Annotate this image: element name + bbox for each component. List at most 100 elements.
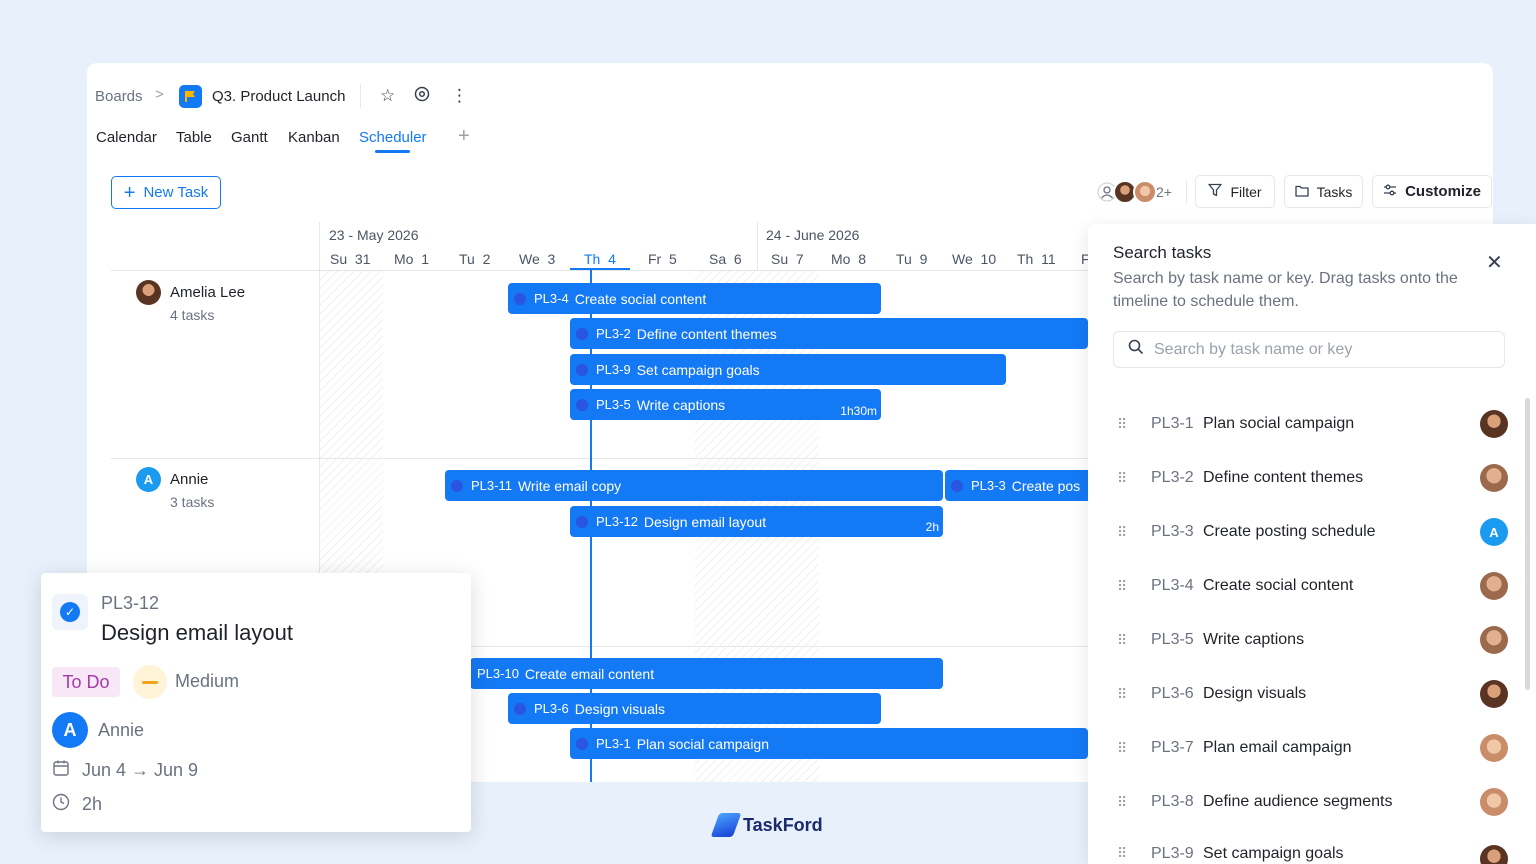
list-item[interactable]: ⠿ PL3-6 Design visuals: [1113, 674, 1508, 714]
avatar: A: [1480, 518, 1508, 546]
status-dot: [576, 398, 588, 411]
assignee-name[interactable]: Annie: [98, 720, 144, 741]
close-icon[interactable]: ✕: [1486, 250, 1503, 275]
drag-handle-icon[interactable]: ⠿: [1117, 740, 1137, 757]
task-bar[interactable]: PL3-2 Define content themes: [570, 318, 1088, 349]
list-item[interactable]: ⠿ PL3-7 Plan email campaign: [1113, 728, 1508, 768]
status-dot: [576, 515, 588, 528]
date-range[interactable]: Jun 4 → Jun 9: [82, 760, 198, 781]
task-bar[interactable]: PL3-3 Create pos: [945, 470, 1088, 501]
duration[interactable]: 2h: [82, 794, 102, 815]
avatar: [1480, 410, 1508, 438]
list-item[interactable]: ⠿ PL3-3 Create posting schedule A: [1113, 512, 1508, 552]
task-bar[interactable]: PL3-1 Plan social campaign: [570, 728, 1088, 759]
plus-icon: +: [123, 181, 136, 204]
day-label: Sa 6: [709, 251, 742, 267]
list-item[interactable]: ⠿ PL3-2 Define content themes: [1113, 458, 1508, 498]
day-label: We 10: [952, 251, 997, 267]
status-dot: [514, 702, 526, 715]
status-dot: [451, 479, 463, 492]
breadcrumb-boards[interactable]: Boards: [95, 88, 143, 105]
person-task-count: 3 tasks: [170, 494, 215, 510]
list-item[interactable]: ⠿ PL3-8 Define audience segments: [1113, 782, 1508, 822]
person-name: Annie: [170, 471, 209, 488]
add-view-icon[interactable]: +: [458, 125, 470, 148]
list-item[interactable]: ⠿ PL3-9 Set campaign goals: [1113, 835, 1508, 864]
avatar: [1480, 734, 1508, 762]
drag-handle-icon[interactable]: ⠿: [1117, 578, 1137, 595]
search-field[interactable]: [1113, 331, 1505, 368]
task-bar[interactable]: PL3-10 Create email content: [470, 658, 943, 689]
drag-handle-icon[interactable]: ⠿: [1117, 470, 1137, 487]
task-bar[interactable]: PL3-12 Design email layout 2h: [570, 506, 943, 537]
drag-handle-icon[interactable]: ⠿: [1117, 686, 1137, 703]
task-bar[interactable]: PL3-9 Set campaign goals: [570, 354, 1006, 385]
more-vertical-icon[interactable]: ⋮: [451, 86, 468, 106]
avatar: [1480, 845, 1508, 864]
row-divider: [111, 458, 1088, 459]
more-members-count[interactable]: 2+: [1156, 184, 1172, 200]
sliders-icon: [1383, 183, 1397, 200]
status-dot: [576, 327, 588, 340]
tab-calendar[interactable]: Calendar: [96, 129, 157, 146]
drag-handle-icon[interactable]: ⠿: [1117, 632, 1137, 649]
day-label: Th 11: [1017, 251, 1056, 267]
day-label-today: Th 4: [584, 251, 616, 267]
drag-handle-icon[interactable]: ⠿: [1117, 416, 1137, 433]
day-label: Su 31: [330, 251, 371, 267]
week-divider: [757, 222, 758, 270]
avatar: [1480, 464, 1508, 492]
list-item[interactable]: ⠿ PL3-1 Plan social campaign: [1113, 404, 1508, 444]
drag-handle-icon[interactable]: ⠿: [1117, 524, 1137, 541]
filter-button[interactable]: Filter: [1195, 175, 1275, 208]
member-avatar[interactable]: [1133, 180, 1157, 204]
list-item[interactable]: ⠿ PL3-5 Write captions: [1113, 620, 1508, 660]
task-type-badge: ✓: [52, 594, 88, 630]
chevron-right-icon: >: [155, 86, 164, 103]
week-label: 24 - June 2026: [766, 227, 860, 243]
customize-button[interactable]: Customize: [1372, 175, 1492, 208]
tab-scheduler[interactable]: Scheduler: [359, 129, 427, 146]
board-title[interactable]: Q3. Product Launch: [212, 88, 345, 105]
status-dot: [576, 363, 588, 376]
task-bar[interactable]: PL3-6 Design visuals: [508, 693, 881, 724]
status-dot: [514, 292, 526, 305]
active-tab-indicator: [375, 150, 410, 153]
tab-kanban[interactable]: Kanban: [288, 129, 340, 146]
status-dot: [576, 737, 588, 750]
search-input[interactable]: [1154, 340, 1474, 359]
drag-handle-icon[interactable]: ⠿: [1117, 845, 1137, 862]
search-icon: [1128, 339, 1144, 360]
status-badge[interactable]: To Do: [52, 667, 120, 697]
settings-icon[interactable]: [414, 86, 430, 107]
tab-gantt[interactable]: Gantt: [231, 129, 268, 146]
new-task-button[interactable]: + New Task: [111, 176, 221, 209]
priority-medium-icon: [133, 665, 167, 699]
day-label: Tu 9: [896, 251, 928, 267]
task-bar[interactable]: PL3-5 Write captions 1h30m: [570, 389, 881, 420]
task-bar[interactable]: PL3-4 Create social content: [508, 283, 881, 314]
status-dot: [951, 479, 963, 492]
scrollbar[interactable]: [1525, 398, 1530, 690]
star-icon[interactable]: ☆: [380, 86, 395, 106]
task-title[interactable]: Design email layout: [101, 620, 293, 646]
person-task-count: 4 tasks: [170, 307, 215, 323]
drag-handle-icon[interactable]: ⠿: [1117, 794, 1137, 811]
week-label: 23 - May 2026: [329, 227, 419, 243]
avatar: [1480, 626, 1508, 654]
tab-table[interactable]: Table: [176, 129, 212, 146]
new-task-label: New Task: [143, 184, 209, 201]
list-item[interactable]: ⠿ PL3-4 Create social content: [1113, 566, 1508, 606]
flag-icon: [179, 85, 202, 108]
day-label: Su 7: [771, 251, 804, 267]
folder-icon: [1294, 184, 1309, 200]
filter-icon: [1208, 183, 1223, 200]
panel-description: Search by task name or key. Drag tasks o…: [1113, 270, 1458, 310]
day-label: Mo 1: [394, 251, 430, 267]
priority-label[interactable]: Medium: [175, 671, 239, 692]
check-icon: ✓: [60, 602, 80, 622]
divider: [360, 84, 361, 108]
day-label: Fr 5: [648, 251, 677, 267]
task-bar[interactable]: PL3-11 Write email copy: [445, 470, 943, 501]
tasks-button[interactable]: Tasks: [1284, 175, 1363, 208]
